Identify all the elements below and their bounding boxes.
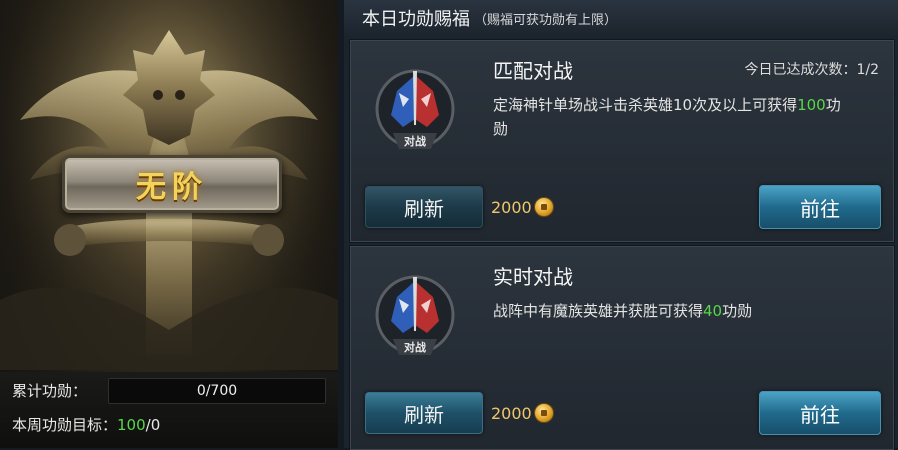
- refresh-cost-value: 2000: [491, 403, 532, 423]
- daily-blessing-panel: 本日功勋赐福 （赐福可获功勋有上限） 对战 匹配对战 今日已达成次数：1/2 定…: [344, 0, 898, 450]
- badge-text: 对战: [404, 340, 426, 354]
- cumulative-merit-label: 累计功勋：: [12, 382, 88, 400]
- weekly-goal-row: 本周功勋目标：100/0: [12, 414, 160, 435]
- badge-text: 对战: [404, 134, 426, 148]
- go-button[interactable]: 前往: [759, 391, 881, 435]
- task-daily-count: 今日已达成次数：1/2: [744, 62, 879, 78]
- rank-panel: 无阶 累计功勋： 0/700 本周功勋目标：100/0: [0, 0, 338, 448]
- weekly-goal-label: 本周功勋目标：: [12, 416, 118, 434]
- refresh-button[interactable]: 刷新: [365, 392, 483, 434]
- task-card-realtime-battle: 对战 实时对战 战阵中有魔族英雄并获胜可获得40功勋 刷新 2000 前往: [350, 246, 894, 450]
- panel-header: 本日功勋赐福 （赐福可获功勋有上限）: [344, 0, 898, 36]
- refresh-cost-value: 2000: [491, 197, 532, 217]
- refresh-button[interactable]: 刷新: [365, 186, 483, 228]
- task-title: 实时对战: [493, 265, 573, 289]
- task-description: 战阵中有魔族英雄并获胜可获得40功勋: [493, 299, 853, 323]
- go-button[interactable]: 前往: [759, 185, 881, 229]
- gold-coin-icon: [533, 197, 554, 217]
- gold-coin-icon: [533, 403, 554, 423]
- rank-name: 无阶: [136, 170, 208, 205]
- task-description: 定海神针单场战斗击杀英雄10次及以上可获得100功勋: [493, 93, 853, 141]
- cumulative-merit-progress: 0/700: [108, 378, 326, 404]
- battle-badge-icon: 对战: [375, 69, 455, 149]
- task-desc-text: 战阵中有魔族英雄并获胜可获得: [493, 302, 704, 320]
- task-reward-value: 40: [703, 302, 723, 320]
- refresh-cost: 2000: [491, 403, 554, 423]
- merit-stats: 累计功勋： 0/700 本周功勋目标：100/0: [0, 372, 338, 448]
- task-title: 匹配对战: [493, 59, 573, 83]
- panel-subtitle: （赐福可获功勋有上限）: [474, 12, 618, 28]
- weekly-goal-current: 100: [117, 416, 146, 434]
- task-card-match-battle: 对战 匹配对战 今日已达成次数：1/2 定海神针单场战斗击杀英雄10次及以上可获…: [350, 40, 894, 242]
- cumulative-merit-value: 0/700: [196, 383, 238, 399]
- panel-title: 本日功勋赐福: [362, 9, 470, 30]
- task-reward-value: 100: [797, 96, 826, 114]
- battle-badge-icon: 对战: [375, 275, 455, 355]
- refresh-cost: 2000: [491, 197, 554, 217]
- rank-plate: 无阶: [62, 155, 282, 213]
- cumulative-merit-row: 累计功勋：: [12, 380, 87, 401]
- weekly-goal-total: /0: [145, 416, 161, 434]
- task-desc-text: 定海神针单场战斗击杀英雄10次及以上可获得: [493, 96, 798, 114]
- task-desc-suffix: 功勋: [722, 302, 753, 320]
